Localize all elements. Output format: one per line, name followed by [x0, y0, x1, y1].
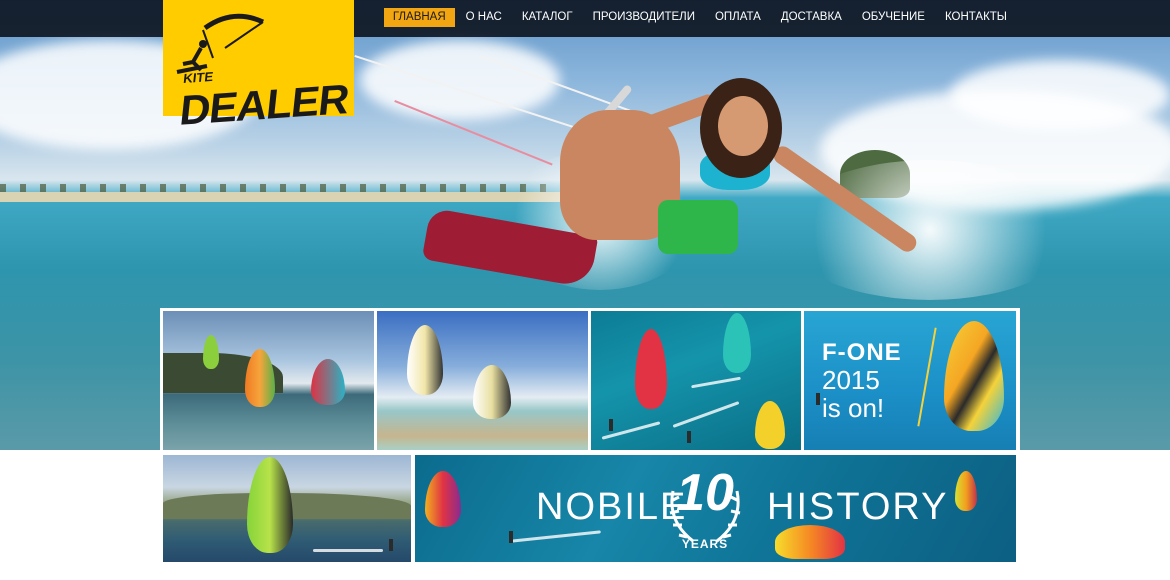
promo-tile-kites-island[interactable]: [163, 311, 374, 450]
nav-item-training[interactable]: ОБУЧЕНИЕ: [853, 8, 934, 27]
site-logo[interactable]: KITEDEALER: [163, 0, 354, 134]
promo-tile-riders-ocean[interactable]: [591, 311, 801, 450]
history-title-right: HISTORY: [767, 486, 949, 528]
fone-promo-text: F-ONE 2015 is on!: [822, 339, 902, 423]
nav-item-delivery[interactable]: ДОСТАВКА: [772, 8, 851, 27]
promo-tile-green-kite[interactable]: [163, 455, 411, 562]
anniversary-badge: 10 YEARS: [663, 461, 747, 557]
promo-tile-fone-2015[interactable]: F-ONE 2015 is on!: [804, 311, 1016, 450]
nav-item-payment[interactable]: ОПЛАТА: [706, 8, 770, 27]
promo-tile-nobile-history[interactable]: NOBILE 10 YEARS HISTORY: [415, 455, 1016, 562]
nav-item-catalog[interactable]: КАТАЛОГ: [513, 8, 582, 27]
promo-tile-core-kites[interactable]: [377, 311, 588, 450]
logo-wordmark: KITEDEALER: [177, 68, 351, 134]
nav-item-manufacturers[interactable]: ПРОИЗВОДИТЕЛИ: [584, 8, 704, 27]
nav-item-about[interactable]: О НАС: [457, 8, 511, 27]
nav-item-contacts[interactable]: КОНТАКТЫ: [936, 8, 1016, 27]
nav-item-home[interactable]: ГЛАВНАЯ: [383, 8, 455, 27]
main-menu: ГЛАВНАЯ О НАС КАТАЛОГ ПРОИЗВОДИТЕЛИ ОПЛА…: [382, 8, 1016, 27]
